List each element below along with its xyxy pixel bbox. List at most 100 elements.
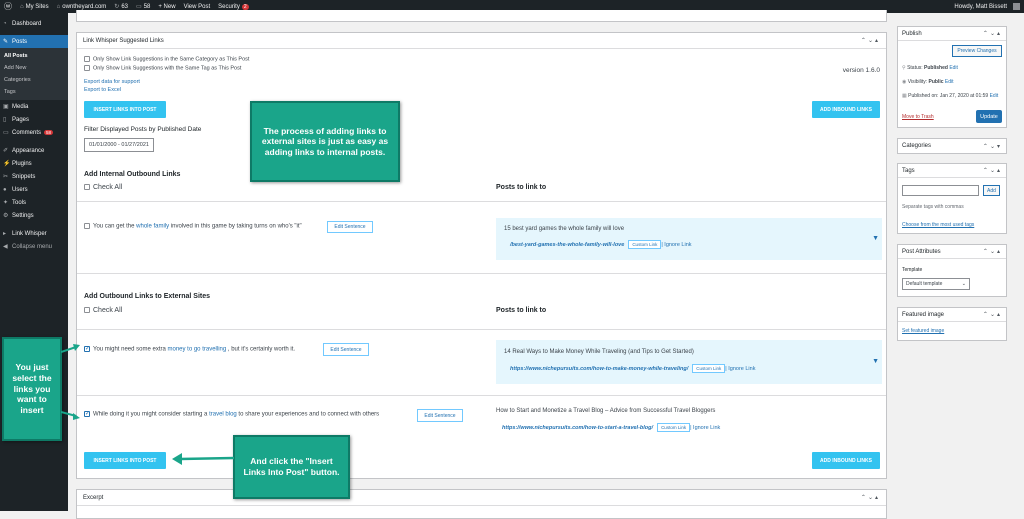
external-suggested-url-1[interactable]: https://www.nichepursuits.com/how-to-mak… <box>510 366 688 372</box>
edit-sentence-button-external-2[interactable]: Edit Sentence <box>417 409 463 422</box>
insert-links-button-top[interactable]: INSERT LINKS INTO POST <box>84 101 166 118</box>
custom-link-button-external-1[interactable]: Custom Link <box>692 364 726 373</box>
menu-dashboard[interactable]: ◔ Dashboard <box>0 17 68 30</box>
external-row-2-checkbox[interactable] <box>84 411 90 417</box>
custom-link-button-external-2[interactable]: Custom Link <box>657 423 691 432</box>
internal-row-checkbox[interactable] <box>84 223 90 229</box>
box-controls[interactable]: ⌃⌄▴ <box>983 30 1002 37</box>
internal-anchor-link[interactable]: whole family <box>136 224 169 230</box>
collapse-menu[interactable]: ◀ Collapse menu <box>0 240 68 253</box>
internal-suggested-url[interactable]: /best-yard-games-the-whole-family-will-l… <box>510 242 624 248</box>
check-all-external[interactable]: Check All <box>84 307 122 314</box>
menu-plugins[interactable]: ⚡ Plugins <box>0 157 68 170</box>
ignore-link-external-1[interactable]: | Ignore Link <box>725 366 755 372</box>
menu-snippets[interactable]: ✂ Snippets <box>0 170 68 183</box>
box-controls[interactable]: ⌃⌄▴ <box>983 311 1002 318</box>
menu-link-whisper[interactable]: ▸ Link Whisper <box>0 227 68 240</box>
template-select[interactable]: Default template ⌄ <box>902 278 970 290</box>
security-link[interactable]: Security 2 <box>218 3 249 10</box>
box-controls[interactable]: ⌃⌄▴ <box>983 167 1002 174</box>
menu-media[interactable]: ▣ Media <box>0 100 68 113</box>
avatar[interactable] <box>1013 3 1020 10</box>
external-suggested-url-2[interactable]: https://www.nichepursuits.com/how-to-sta… <box>502 425 653 431</box>
site-link[interactable]: ⌂ owntheyard.com <box>57 4 107 10</box>
date-range-input[interactable]: 01/01/2000 - 01/27/2021 <box>84 138 154 152</box>
external-suggestion-1[interactable]: 14 Real Ways to Make Money While Traveli… <box>496 340 882 384</box>
featured-image-header[interactable]: Featured image ⌃⌄▴ <box>898 308 1006 322</box>
choose-tags-link[interactable]: Choose from the most used tags <box>902 222 974 228</box>
check-all-external-checkbox[interactable] <box>84 307 90 314</box>
publish-header[interactable]: Publish ⌃⌄▴ <box>898 27 1006 41</box>
submenu-all-posts[interactable]: All Posts <box>0 50 68 62</box>
internal-suggestion[interactable]: 15 best yard games the whole family will… <box>496 218 882 260</box>
external-anchor-link-2[interactable]: travel blog <box>209 412 237 418</box>
edit-visibility-link[interactable]: Edit <box>945 79 954 85</box>
set-featured-image-link[interactable]: Set featured image <box>902 328 944 334</box>
posts-to-link-heading-external: Posts to link to <box>496 307 547 314</box>
my-sites-link[interactable]: ⌂ My Sites <box>20 4 49 10</box>
custom-link-button-internal[interactable]: Custom Link <box>628 240 662 249</box>
menu-settings[interactable]: ⚙ Settings <box>0 209 68 222</box>
edit-sentence-button-external-1[interactable]: Edit Sentence <box>323 343 369 356</box>
update-button[interactable]: Update <box>976 110 1002 123</box>
comments-link[interactable]: ▭ 58 <box>136 3 150 11</box>
check-all-internal[interactable]: Check All <box>84 184 122 191</box>
internal-suggested-title: 15 best yard games the whole family will… <box>504 226 625 232</box>
post-attributes-header[interactable]: Post Attributes ⌃⌄▴ <box>898 245 1006 259</box>
chevron-down-icon[interactable]: ▼ <box>872 358 879 365</box>
menu-users[interactable]: ● Users <box>0 183 68 196</box>
external-sentence-1: You might need some extra money to go tr… <box>84 346 295 353</box>
preview-changes-button[interactable]: Preview Changes <box>952 45 1002 57</box>
new-content-link[interactable]: + New <box>158 4 175 10</box>
add-inbound-links-button-top[interactable]: ADD INBOUND LINKS <box>812 101 880 118</box>
menu-tools[interactable]: ✦ Tools <box>0 196 68 209</box>
submenu-tags[interactable]: Tags <box>0 86 68 98</box>
same-category-option[interactable]: Only Show Link Suggestions in the Same C… <box>84 56 249 62</box>
menu-posts[interactable]: ✎ Posts <box>0 35 68 48</box>
updates-link[interactable]: ↻ 63 <box>114 3 128 11</box>
menu-comments[interactable]: ▭ Comments 58 <box>0 126 68 139</box>
same-category-checkbox[interactable] <box>84 56 90 62</box>
callout-bottom: And click the "Insert Links Into Post" b… <box>233 435 350 499</box>
edit-sentence-button-internal[interactable]: Edit Sentence <box>327 221 373 233</box>
tags-header[interactable]: Tags ⌃⌄▴ <box>898 164 1006 178</box>
tags-box: Tags ⌃⌄▴ Add Separate tags with commas Ch… <box>897 163 1007 234</box>
link-whisper-header: Link Whisper Suggested Links ⌃⌄▴ <box>77 33 886 49</box>
submenu-add-new[interactable]: Add New <box>0 62 68 74</box>
same-tag-option[interactable]: Only Show Link Suggestions with the Same… <box>84 65 241 71</box>
same-tag-checkbox[interactable] <box>84 65 90 71</box>
box-controls[interactable]: ⌃⌄▴ <box>861 37 880 44</box>
menu-appearance[interactable]: ✐ Appearance <box>0 144 68 157</box>
menu-pages[interactable]: ▯ Pages <box>0 113 68 126</box>
export-excel-link[interactable]: Export to Excel <box>84 87 121 93</box>
updates-icon: ↻ <box>114 4 120 10</box>
submenu-categories[interactable]: Categories <box>0 74 68 86</box>
external-suggestion-2[interactable]: How to Start and Monetize a Travel Blog … <box>496 403 882 439</box>
view-post-link[interactable]: View Post <box>184 4 211 10</box>
comment-icon: ▭ <box>3 130 9 136</box>
wordpress-logo-icon[interactable]: ⓦ <box>4 1 12 12</box>
external-anchor-link-1[interactable]: money to go travelling <box>168 347 227 353</box>
box-controls[interactable]: ⌃⌄▴ <box>861 494 880 501</box>
user-menu[interactable]: Howdy, Matt Bissett <box>954 4 1007 10</box>
excerpt-header[interactable]: Excerpt ⌃⌄▴ <box>77 490 886 506</box>
excerpt-title: Excerpt <box>83 494 104 501</box>
insert-links-button-bottom[interactable]: INSERT LINKS INTO POST <box>84 452 166 469</box>
tag-input[interactable] <box>902 185 979 196</box>
box-controls[interactable]: ⌃⌄▴ <box>983 248 1002 255</box>
box-controls[interactable]: ⌃⌄▾ <box>983 143 1002 150</box>
add-tag-button[interactable]: Add <box>983 185 1000 196</box>
move-to-trash-link[interactable]: Move to Trash <box>902 114 934 120</box>
internal-suggested-url-row: /best-yard-games-the-whole-family-will-l… <box>510 240 692 249</box>
ignore-link-external-2[interactable]: | Ignore Link <box>690 425 720 431</box>
export-support-link[interactable]: Export data for support <box>84 79 140 85</box>
edit-date-link[interactable]: Edit <box>990 93 999 99</box>
edit-status-link[interactable]: Edit <box>949 65 958 71</box>
external-suggested-title-1: 14 Real Ways to Make Money While Traveli… <box>504 349 694 355</box>
chevron-down-icon[interactable]: ▼ <box>872 235 879 242</box>
external-row-1-checkbox[interactable] <box>84 346 90 352</box>
ignore-link-internal[interactable]: | Ignore Link <box>661 242 691 248</box>
add-inbound-links-button-bottom[interactable]: ADD INBOUND LINKS <box>812 452 880 469</box>
categories-header[interactable]: Categories ⌃⌄▾ <box>898 139 1006 153</box>
check-all-internal-checkbox[interactable] <box>84 184 90 191</box>
